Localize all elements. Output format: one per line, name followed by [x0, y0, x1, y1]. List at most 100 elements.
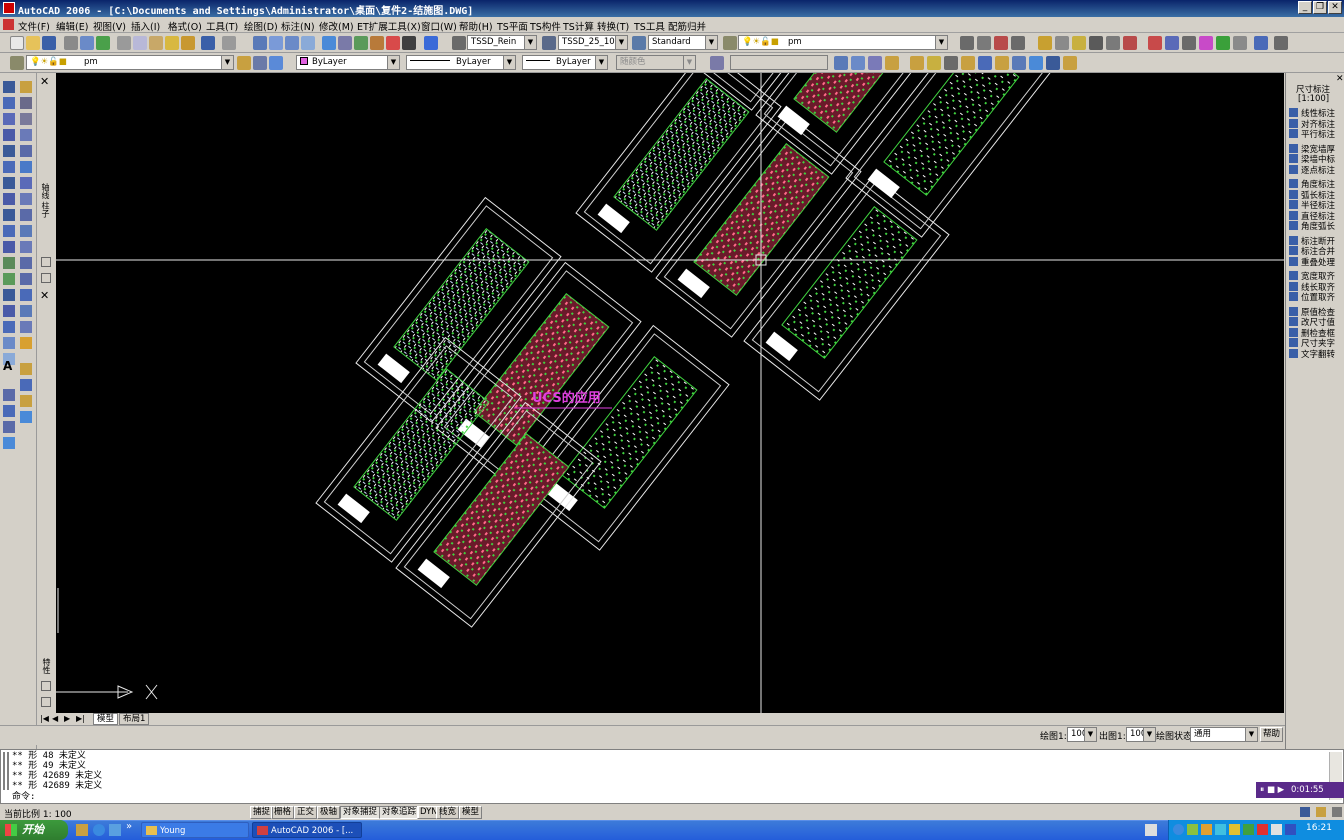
break-point-icon[interactable] — [20, 257, 32, 269]
text-style-select[interactable]: TSSD_Rein ▼ — [467, 35, 537, 50]
make-current-icon[interactable] — [237, 56, 251, 70]
document-icon[interactable] — [3, 19, 14, 30]
palette-close-icon[interactable]: ✕ — [40, 75, 49, 88]
ts-view-4-icon[interactable] — [885, 56, 899, 70]
match-properties-icon[interactable] — [165, 36, 179, 50]
markup-icon[interactable] — [386, 36, 400, 50]
lineweight-toggle[interactable]: 线宽 — [436, 806, 460, 819]
quicklaunch-desktop-icon[interactable] — [76, 824, 88, 836]
ts-tool-1-icon[interactable] — [960, 36, 974, 50]
ts-layer-8-icon[interactable] — [1029, 56, 1043, 70]
ts-tool-10-icon[interactable] — [1123, 36, 1137, 50]
ts-view-2-icon[interactable] — [851, 56, 865, 70]
chamfer-icon[interactable] — [20, 305, 32, 317]
media-controls-icon[interactable]: ⏸ ■ ▶ — [1260, 785, 1284, 795]
revcloud-icon[interactable] — [3, 193, 15, 205]
clean-screen-icon[interactable] — [1332, 807, 1342, 817]
ts-layer-4-icon[interactable] — [961, 56, 975, 70]
dim-tool-item[interactable]: 删检查框 — [1289, 327, 1335, 339]
command-prompt[interactable]: 命令: — [12, 792, 35, 802]
dim-tool-item[interactable]: 标注合并 — [1289, 246, 1335, 257]
menu-convert[interactable]: 转换(T) — [597, 19, 629, 33]
ts-layer-9-icon[interactable] — [1046, 56, 1060, 70]
new-icon[interactable] — [10, 36, 24, 50]
layer-states-icon[interactable] — [269, 56, 283, 70]
ts-layer-10-icon[interactable] — [1063, 56, 1077, 70]
ts-tool-15-icon[interactable] — [1216, 36, 1230, 50]
ts-draw-5-icon[interactable] — [3, 405, 15, 417]
dim-tool-item[interactable]: 位置取齐 — [1289, 292, 1335, 303]
dim-tool-item[interactable]: 尺寸夹字 — [1289, 338, 1335, 349]
ts-layer-5-icon[interactable] — [978, 56, 992, 70]
menu-draw[interactable]: 绘图(D) — [244, 19, 278, 33]
ts-layer-6-icon[interactable] — [995, 56, 1009, 70]
menu-tools[interactable]: 工具(T) — [206, 19, 238, 33]
language-bar-icon[interactable] — [1145, 824, 1157, 836]
table-style-select[interactable]: Standard ▼ — [648, 35, 718, 50]
grid-toggle[interactable]: 栅格 — [271, 806, 295, 819]
dim-tool-item[interactable]: 半径标注 — [1289, 200, 1335, 211]
properties-autohide-icon[interactable] — [41, 681, 51, 691]
minimize-button[interactable]: _ — [1298, 1, 1312, 14]
tab-next-icon[interactable]: ▶ — [64, 714, 70, 723]
table-style-icon[interactable] — [632, 36, 646, 50]
sheet-set-icon[interactable] — [370, 36, 384, 50]
dim-tool-item[interactable]: 线性标注 — [1289, 108, 1335, 119]
mirror-icon[interactable] — [20, 113, 32, 125]
dim-tool-item[interactable]: 角度标注 — [1289, 179, 1335, 190]
trim-icon[interactable] — [20, 225, 32, 237]
ts-tool-17-icon[interactable] — [1254, 36, 1268, 50]
print-icon[interactable] — [64, 36, 78, 50]
ts-layer-2-icon[interactable] — [927, 56, 941, 70]
ts-tool-4-icon[interactable] — [1011, 36, 1025, 50]
ellipse-icon[interactable] — [3, 225, 15, 237]
dim-tool-item[interactable]: 角度弧长 — [1289, 221, 1335, 232]
arc-icon[interactable] — [3, 161, 15, 173]
dim-tool-item[interactable]: 直径标注 — [1289, 210, 1335, 222]
palette-close-icon-2[interactable]: ✕ — [40, 289, 49, 302]
dim-tool-item[interactable]: 梁墙中标 — [1289, 154, 1335, 165]
circle-icon[interactable] — [3, 177, 15, 189]
menu-rebar-merge[interactable]: 配筋归并 — [668, 19, 706, 33]
dim-tool-item[interactable]: 弧长标注 — [1289, 189, 1335, 201]
ts-tool-7-icon[interactable] — [1072, 36, 1086, 50]
region-icon[interactable] — [3, 337, 15, 349]
polyline-icon[interactable] — [3, 113, 15, 125]
ts-tool-8-icon[interactable] — [1089, 36, 1103, 50]
ts-tool-6-icon[interactable] — [1055, 36, 1069, 50]
tray-app-6-icon[interactable] — [1257, 824, 1268, 835]
tab-prev-icon[interactable]: ◀ — [52, 714, 58, 723]
block-editor-icon[interactable] — [181, 36, 195, 50]
menu-ts-calc[interactable]: TS计算 — [563, 19, 594, 33]
ts-view-1-icon[interactable] — [834, 56, 848, 70]
osnap-toggle[interactable]: 对象捕捉 — [340, 806, 381, 819]
ts-tool-9-icon[interactable] — [1106, 36, 1120, 50]
zoom-window-icon[interactable] — [285, 36, 299, 50]
media-player-mini[interactable]: ⏸ ■ ▶ 0:01:55 — [1256, 782, 1344, 798]
drawing-canvas[interactable]: UCS的应用 — [56, 73, 1284, 713]
menu-et-tools[interactable]: ET扩展工具(X) — [357, 19, 421, 33]
quicklaunch-ie-icon[interactable] — [93, 824, 105, 836]
dim-tool-item[interactable]: 逐点标注 — [1289, 164, 1335, 176]
zoom-previous-icon[interactable] — [301, 36, 315, 50]
quicklaunch-more-icon[interactable]: » — [126, 821, 132, 832]
dim-tool-item[interactable]: 对齐标注 — [1289, 118, 1335, 130]
tray-app-2-icon[interactable] — [1201, 824, 1212, 835]
tool-palettes-icon[interactable] — [354, 36, 368, 50]
otrack-toggle[interactable]: 对象追踪 — [379, 806, 420, 819]
polygon-icon[interactable] — [3, 129, 15, 141]
tray-clock[interactable]: 16:21 — [1306, 823, 1332, 833]
menu-dimension[interactable]: 标注(N) — [281, 19, 315, 33]
layer-properties-icon[interactable] — [10, 56, 24, 70]
menu-ts-tools[interactable]: TS工具 — [634, 19, 665, 33]
ts-draw-3-icon[interactable] — [3, 389, 15, 401]
ts-tool-13-icon[interactable] — [1182, 36, 1196, 50]
dim-tool-item[interactable]: 宽度取齐 — [1289, 271, 1335, 282]
construction-line-icon[interactable] — [3, 97, 15, 109]
ts-tool-12-icon[interactable] — [1165, 36, 1179, 50]
ts-view-3-icon[interactable] — [868, 56, 882, 70]
copy-icon[interactable] — [133, 36, 147, 50]
scale-icon[interactable] — [20, 193, 32, 205]
explode-icon[interactable] — [20, 337, 32, 349]
layer-select-top[interactable]: 💡☀🔓■ pm ▼ — [738, 35, 948, 50]
